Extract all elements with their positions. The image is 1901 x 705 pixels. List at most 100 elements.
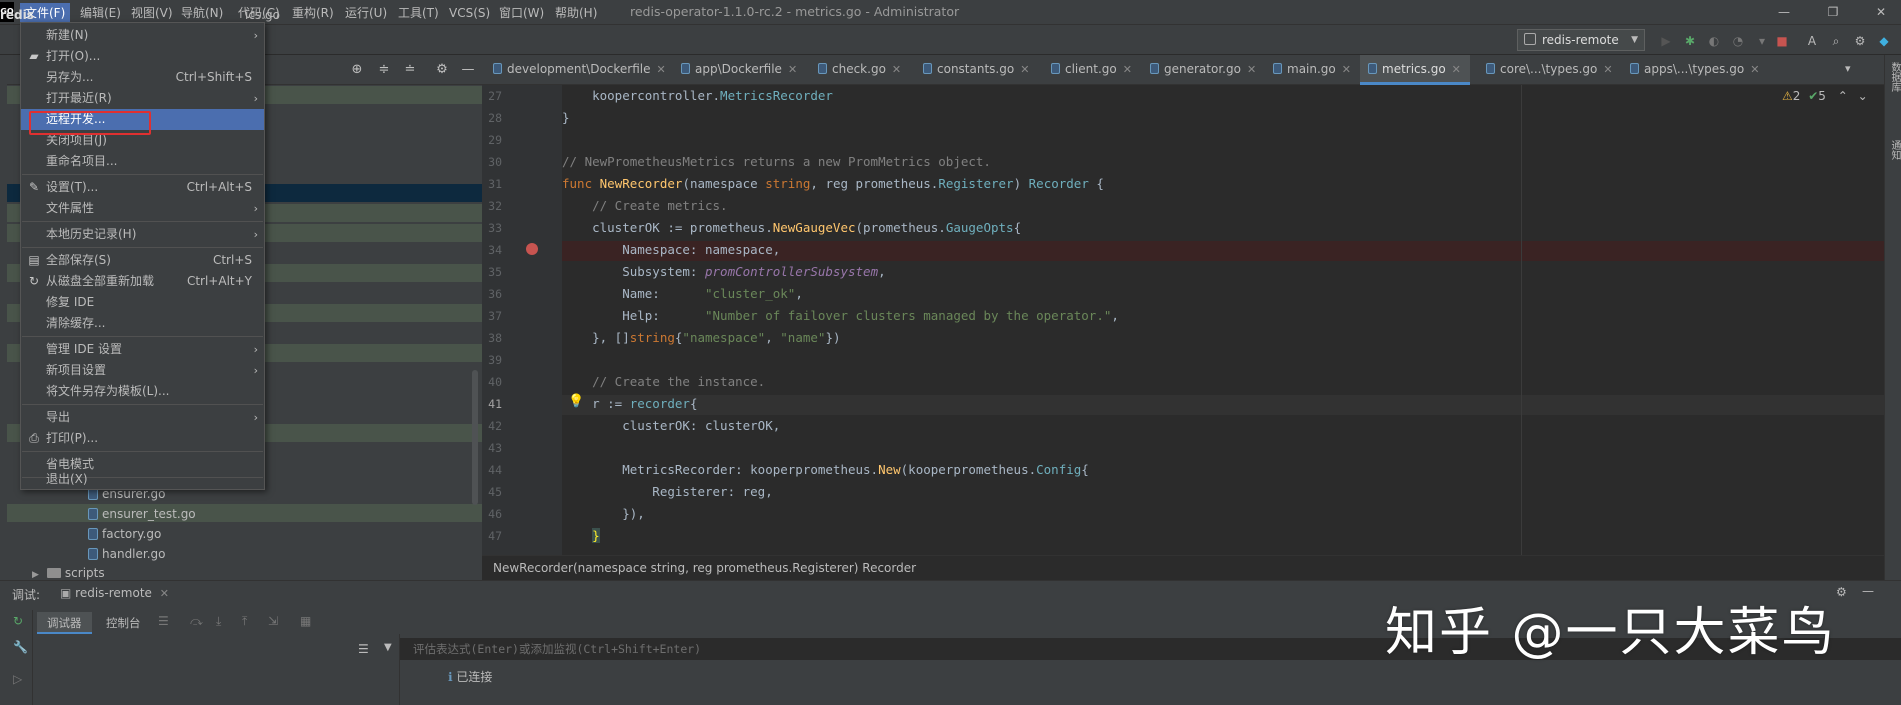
project-breadcrumb[interactable]: redis xyxy=(0,8,34,22)
debug-icon[interactable]: ✱ xyxy=(1682,33,1698,49)
evaluate-icon[interactable]: ▦ xyxy=(300,614,311,628)
hide-icon[interactable]: — xyxy=(460,62,476,78)
rerun-icon[interactable]: ↻ xyxy=(13,614,23,628)
restore-icon[interactable]: ❐ xyxy=(1824,3,1842,21)
chevron-down-icon[interactable]: ⌄ xyxy=(1858,89,1868,103)
tree-item[interactable]: handler.go xyxy=(88,544,166,564)
run-icon[interactable]: ▶ xyxy=(1658,33,1674,49)
go-remote-icon xyxy=(1524,33,1536,45)
menu-lines-icon[interactable]: ☰ xyxy=(158,614,169,628)
minimize-icon[interactable]: — xyxy=(1775,3,1793,21)
plugin-icon[interactable]: ◆ xyxy=(1876,33,1892,49)
tab-main-go[interactable]: main.go ✕ xyxy=(1265,55,1351,85)
menu-item-file-properties[interactable]: 文件属性 › xyxy=(21,198,264,219)
list-icon[interactable]: ☰ xyxy=(358,642,369,656)
close-tab-icon[interactable]: ✕ xyxy=(1123,63,1132,76)
warning-count: 2 xyxy=(1792,89,1801,103)
breakpoint-icon[interactable] xyxy=(526,243,538,255)
close-tab-icon[interactable]: ✕ xyxy=(788,63,797,76)
debug-session-tab[interactable]: ▣ redis-remote ✕ xyxy=(60,586,169,600)
menu-item-open-recent[interactable]: 打开最近(R) › xyxy=(21,88,264,109)
coverage-icon[interactable]: ◐ xyxy=(1706,33,1722,49)
stop-icon[interactable]: ■ xyxy=(1774,33,1790,49)
hide-icon[interactable]: — xyxy=(1862,584,1874,598)
inspection-status[interactable]: ⚠2 ✔5 ⌃ ⌄ xyxy=(1782,89,1868,103)
menu-run[interactable]: 运行(U) xyxy=(340,3,392,23)
step-into-icon[interactable]: ⤓ xyxy=(216,614,221,629)
project-scrollbar[interactable] xyxy=(472,370,478,505)
tree-row[interactable] xyxy=(7,504,482,522)
tab-app-dockerfile[interactable]: app\Dockerfile ✕ xyxy=(673,55,797,85)
tab-development-dockerfile[interactable]: development\Dockerfile ✕ xyxy=(485,55,666,85)
close-tab-icon[interactable]: ✕ xyxy=(1342,63,1351,76)
step-out-icon[interactable]: ⤒ xyxy=(242,614,247,629)
tab-core-types-go[interactable]: core\...\types.go ✕ xyxy=(1478,55,1613,85)
menu-navigate[interactable]: 导航(N) xyxy=(176,3,228,23)
settings-icon[interactable]: ⚙ xyxy=(434,62,450,78)
tab-check-go[interactable]: check.go ✕ xyxy=(810,55,901,85)
tab-metrics-go[interactable]: metrics.go ✕ xyxy=(1360,55,1470,85)
collapse-all-icon[interactable]: ≐ xyxy=(402,62,418,78)
chevron-down-icon[interactable]: ▼ xyxy=(384,642,392,653)
menu-item-reload-from-disk[interactable]: ↻ 从磁盘全部重新加载 Ctrl+Alt+Y xyxy=(21,271,264,292)
menu-item-local-history[interactable]: 本地历史记录(H) › xyxy=(21,224,264,245)
menu-item-print[interactable]: ⎙ 打印(P)... xyxy=(21,428,264,449)
notifications-tool-label[interactable]: 通知 xyxy=(1887,140,1901,160)
close-icon[interactable]: ✕ xyxy=(1872,3,1890,21)
menu-item-rename-project[interactable]: 重命名项目... xyxy=(21,151,264,172)
locate-icon[interactable]: ⊕ xyxy=(349,62,365,78)
close-tab-icon[interactable]: ✕ xyxy=(657,63,666,76)
menu-item-new-project-settings[interactable]: 新项目设置 › xyxy=(21,360,264,381)
gear-icon[interactable]: ⚙ xyxy=(1852,33,1868,49)
step-over-icon[interactable]: ⤼ xyxy=(190,614,203,629)
menu-view[interactable]: 视图(V) xyxy=(126,3,178,23)
menu-item-manage-ide-settings[interactable]: 管理 IDE 设置 › xyxy=(21,339,264,360)
close-tab-icon[interactable]: ✕ xyxy=(1452,63,1461,76)
run-config-select[interactable]: redis-remote ▼ xyxy=(1517,29,1645,51)
function-breadcrumb[interactable]: NewRecorder(namespace string, reg promet… xyxy=(493,561,916,575)
resume-icon[interactable]: ▷ xyxy=(13,672,22,686)
tab-console[interactable]: 控制台 xyxy=(96,612,151,634)
close-icon[interactable]: ✕ xyxy=(160,587,169,600)
expand-all-icon[interactable]: ≑ xyxy=(376,62,392,78)
menu-item-export[interactable]: 导出 › xyxy=(21,407,264,428)
run-to-cursor-icon[interactable]: ⇲ xyxy=(268,614,278,628)
menu-window[interactable]: 窗口(W) xyxy=(494,3,549,23)
menu-item-repair-ide[interactable]: 修复 IDE xyxy=(21,292,264,313)
tab-overflow-icon[interactable]: ▾ xyxy=(1845,62,1851,75)
close-tab-icon[interactable]: ✕ xyxy=(1750,63,1759,76)
close-tab-icon[interactable]: ✕ xyxy=(1020,63,1029,76)
menu-help[interactable]: 帮助(H) xyxy=(550,3,602,23)
menu-vcs[interactable]: VCS(S) xyxy=(444,3,495,23)
close-tab-icon[interactable]: ✕ xyxy=(1603,63,1612,76)
tree-item[interactable]: factory.go xyxy=(88,524,161,544)
tree-item[interactable]: ensurer_test.go xyxy=(88,504,196,524)
menu-item-new[interactable]: 新建(N) › xyxy=(21,25,264,46)
attach-icon[interactable]: ▾ xyxy=(1754,33,1770,49)
gear-icon[interactable]: ⚙ xyxy=(1836,585,1847,599)
tab-constants-go[interactable]: constants.go ✕ xyxy=(915,55,1029,85)
menu-refactor[interactable]: 重构(R) xyxy=(287,3,339,23)
menu-item-exit[interactable]: 退出(X) xyxy=(21,469,264,490)
tab-apps-types-go[interactable]: apps\...\types.go ✕ xyxy=(1622,55,1759,85)
menu-item-save-as-template[interactable]: 将文件另存为模板(L)... xyxy=(21,381,264,402)
chevron-up-icon[interactable]: ⌃ xyxy=(1838,89,1848,103)
file-breadcrumb[interactable]: ics.go xyxy=(245,8,280,22)
close-tab-icon[interactable]: ✕ xyxy=(892,63,901,76)
database-tool-label[interactable]: 数据库 xyxy=(1887,62,1901,92)
menu-edit[interactable]: 编辑(E) xyxy=(75,3,126,23)
wrench-icon[interactable]: 🔧 xyxy=(13,640,28,654)
search-icon[interactable]: ⌕ xyxy=(1828,33,1844,49)
close-tab-icon[interactable]: ✕ xyxy=(1247,63,1256,76)
menu-item-save-as[interactable]: 另存为... Ctrl+Shift+S xyxy=(21,67,264,88)
profile-icon[interactable]: ◔ xyxy=(1730,33,1746,49)
tab-debugger[interactable]: 调试器 xyxy=(37,612,92,634)
menu-item-open[interactable]: ▰ 打开(O)... xyxy=(21,46,264,67)
translate-icon[interactable]: A xyxy=(1804,33,1820,49)
menu-item-invalidate-caches[interactable]: 清除缓存... xyxy=(21,313,264,334)
menu-item-save-all[interactable]: ▤ 全部保存(S) Ctrl+S xyxy=(21,250,264,271)
tab-generator-go[interactable]: generator.go ✕ xyxy=(1142,55,1256,85)
menu-item-settings[interactable]: ✎ 设置(T)... Ctrl+Alt+S xyxy=(21,177,264,198)
menu-tools[interactable]: 工具(T) xyxy=(393,3,444,23)
tab-client-go[interactable]: client.go ✕ xyxy=(1043,55,1132,85)
